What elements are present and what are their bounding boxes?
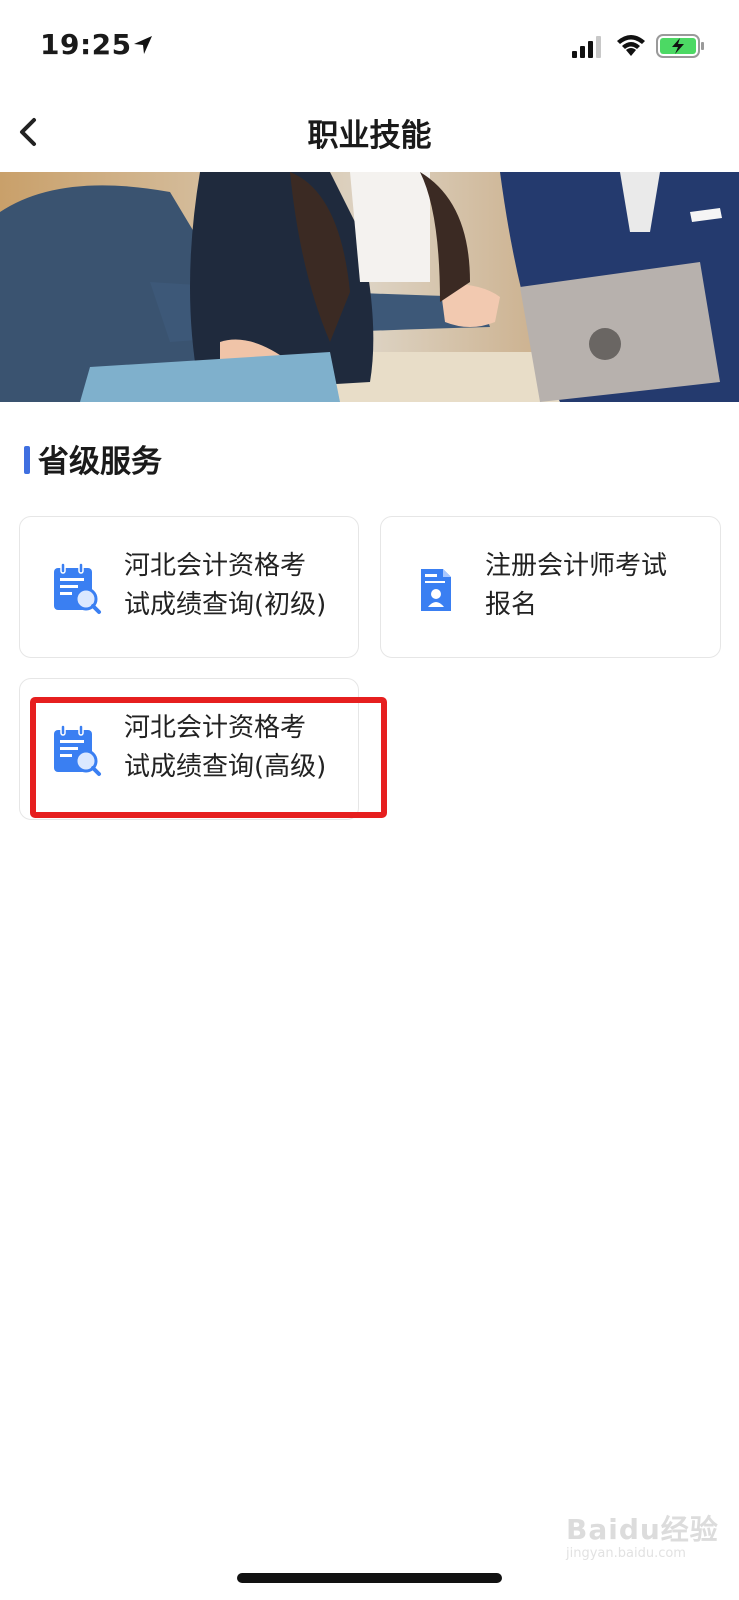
service-card-cpa-registration[interactable]: 注册会计师考试 报名 <box>380 516 721 658</box>
status-time: 19:25 <box>40 28 132 61</box>
watermark-url: jingyan.baidu.com <box>566 1546 686 1561</box>
battery-charging-icon <box>656 34 704 58</box>
home-indicator[interactable] <box>237 1573 502 1583</box>
section-accent-bar <box>24 446 30 474</box>
exam-score-query-icon <box>54 562 101 614</box>
exam-score-query-icon <box>54 724 101 776</box>
nav-bar: 职业技能 <box>0 92 739 172</box>
banner-image <box>0 172 739 402</box>
service-card-label: 注册会计师考试 报名 <box>485 551 668 620</box>
service-card-accounting-score-junior[interactable]: 河北会计资格考 试成绩查询(初级) <box>19 516 359 658</box>
section-title: 省级服务 <box>38 444 162 480</box>
cpa-registration-icon <box>421 569 451 611</box>
page-title: 职业技能 <box>307 118 432 154</box>
service-card-label: 河北会计资格考 试成绩查询(初级) <box>124 551 327 620</box>
service-card-accounting-score-senior[interactable]: 河北会计资格考 试成绩查询(高级) <box>19 678 359 820</box>
wifi-icon <box>617 35 645 56</box>
service-card-label: 河北会计资格考 试成绩查询(高级) <box>124 713 327 782</box>
location-arrow-icon <box>134 36 152 54</box>
cellular-signal-icon <box>572 36 601 58</box>
status-bar: 19:25 <box>0 0 739 92</box>
watermark-logo: Baidu经验 <box>566 1513 719 1546</box>
